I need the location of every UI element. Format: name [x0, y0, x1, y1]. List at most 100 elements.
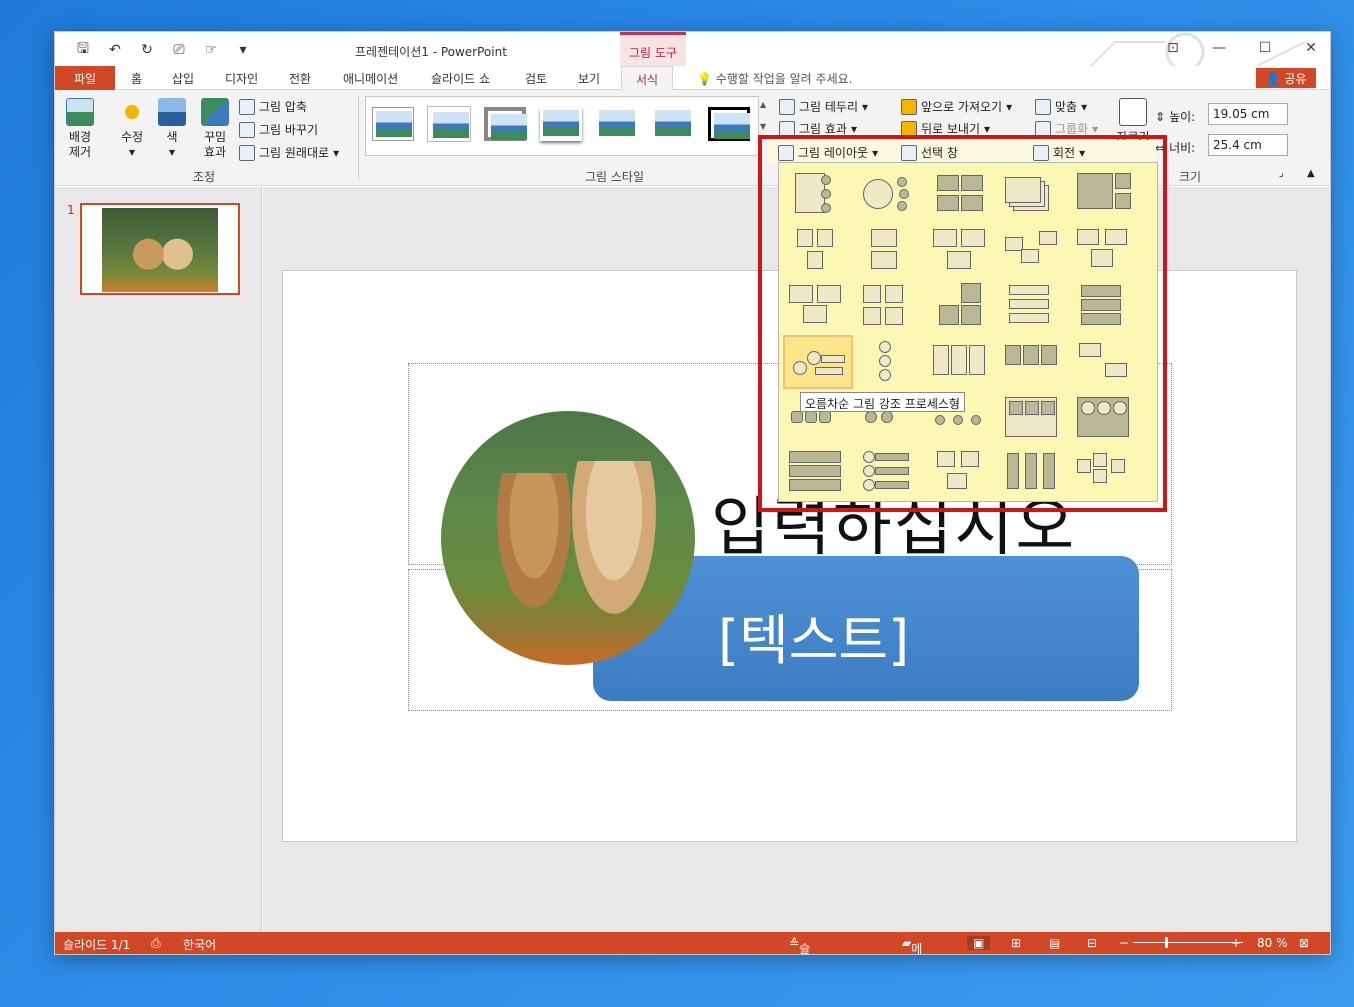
comments-button[interactable]: ▰ 메모 — [902, 936, 922, 954]
fit-to-window-icon[interactable]: ⊠ — [1299, 936, 1309, 950]
tab-view[interactable]: 보기 — [578, 70, 600, 87]
close-icon[interactable]: ✕ — [1302, 40, 1320, 56]
zoom-slider-thumb[interactable] — [1165, 937, 1168, 948]
thumbnail-image — [102, 208, 218, 292]
align-icon — [1035, 98, 1051, 115]
size-dialog-launcher-icon[interactable]: ⌟ — [1279, 168, 1284, 179]
window-controls: ⊡ — ☐ ✕ — [1164, 40, 1320, 56]
zoom-out-icon[interactable]: − — [1119, 936, 1129, 950]
remove-background-button[interactable]: 배경 제거 — [63, 98, 97, 160]
spell-check-icon[interactable]: ⎙ — [151, 936, 161, 951]
height-icon: ⇕ — [1155, 109, 1166, 124]
width-input[interactable]: 25.4 cm — [1208, 134, 1288, 156]
style-preview — [655, 110, 691, 136]
tab-design[interactable]: 디자인 — [225, 70, 258, 87]
circular-picture[interactable] — [441, 411, 695, 665]
reset-picture-label: 그림 원래대로 — [259, 146, 330, 160]
chevron-down-icon: ▾ — [1081, 99, 1088, 114]
tab-animations[interactable]: 애니메이션 — [343, 70, 398, 87]
gallery-scroll-up-icon[interactable]: ▲ — [760, 100, 766, 109]
tab-file[interactable]: 파일 — [55, 66, 115, 90]
bring-forward-button[interactable]: 앞으로 가져오기 ▾ — [901, 98, 1012, 115]
picture-styles-gallery — [365, 96, 759, 156]
gallery-scroll-down-icon[interactable]: ▼ — [760, 122, 766, 131]
redo-icon[interactable]: ↻ — [137, 42, 157, 58]
picture-style-6[interactable] — [652, 107, 694, 141]
minimize-icon[interactable]: — — [1210, 40, 1228, 56]
picture-style-1[interactable] — [372, 107, 414, 141]
compress-label: 그림 압축 — [259, 100, 307, 114]
tab-home[interactable]: 홈 — [131, 70, 142, 87]
picture-style-4[interactable] — [540, 107, 582, 141]
height-text: 높이: — [1169, 110, 1196, 124]
tab-review[interactable]: 검토 — [525, 70, 547, 87]
style-preview — [433, 112, 469, 138]
language-indicator[interactable]: 한국어 — [183, 936, 216, 953]
chevron-down-icon: ▾ — [984, 121, 991, 136]
touch-mode-icon[interactable]: ☞ — [201, 42, 221, 58]
color-button[interactable]: 색 ▾ — [157, 98, 187, 160]
chevron-down-icon: ▾ — [1092, 121, 1099, 136]
ribbon-display-options-icon[interactable]: ⊡ — [1164, 40, 1182, 56]
comments-label: 메모 — [911, 942, 923, 954]
corrections-button[interactable]: 수정 ▾ — [115, 98, 149, 160]
tell-me-text: 수행할 작업을 알려 주세요. — [715, 72, 853, 86]
maximize-icon[interactable]: ☐ — [1256, 40, 1274, 56]
normal-view-icon[interactable]: ▣ — [967, 936, 991, 950]
height-input[interactable]: 19.05 cm — [1208, 103, 1288, 125]
artistic-effects-label: 꾸밈 효과 — [203, 130, 227, 159]
chevron-down-icon: ▾ — [128, 145, 136, 159]
slide-body-text[interactable]: [텍스트] — [718, 596, 909, 675]
bring-forward-label: 앞으로 가져오기 — [921, 100, 1003, 114]
ribbon-tabs: 파일 홈 삽입 디자인 전환 애니메이션 슬라이드 쇼 검토 보기 서식 💡 수… — [55, 66, 1330, 91]
picture-style-7[interactable] — [708, 107, 750, 141]
start-slideshow-icon[interactable]: ⎚ — [169, 42, 189, 58]
notes-button[interactable]: ≙ 슬라이드 노트 — [789, 936, 810, 954]
share-label: 공유 — [1284, 72, 1307, 86]
picture-style-5[interactable] — [596, 107, 638, 141]
artistic-effects-button[interactable]: 꾸밈 효과 — [195, 98, 235, 160]
slide-sorter-view-icon[interactable]: ⊞ — [1011, 936, 1021, 950]
tab-slideshow[interactable]: 슬라이드 쇼 — [431, 70, 490, 87]
slideshow-view-icon[interactable]: ⊟ — [1087, 936, 1097, 950]
tell-me-box[interactable]: 💡 수행할 작업을 알려 주세요. — [697, 70, 852, 87]
remove-background-label: 배경 제거 — [68, 130, 92, 159]
chevron-down-icon: ▾ — [333, 145, 340, 160]
tab-insert[interactable]: 삽입 — [172, 70, 194, 87]
reset-picture-button[interactable]: 그림 원래대로 ▾ — [239, 144, 339, 161]
slide-counter: 슬라이드 1/1 — [63, 938, 131, 952]
picture-style-2[interactable] — [428, 107, 470, 141]
reset-picture-icon — [239, 144, 255, 161]
crop-icon — [1119, 98, 1147, 126]
compress-icon — [239, 98, 255, 115]
change-picture-button[interactable]: 그림 바꾸기 — [239, 121, 318, 138]
share-button[interactable]: 👤 공유 — [1256, 68, 1316, 88]
zoom-slider[interactable] — [1133, 942, 1243, 943]
align-button[interactable]: 맞춤 ▾ — [1035, 98, 1087, 115]
zoom-in-icon[interactable]: + — [1231, 936, 1241, 950]
slide-number: 1 — [67, 203, 75, 217]
width-text: 너비: — [1169, 141, 1196, 155]
tab-format[interactable]: 서식 — [621, 66, 674, 91]
tab-transitions[interactable]: 전환 — [289, 70, 311, 87]
customize-qat-icon[interactable]: ▾ — [233, 42, 253, 58]
slide-thumbnail-pane: 1 — [55, 187, 262, 932]
chevron-down-icon: ▾ — [862, 99, 869, 114]
zoom-level[interactable]: 80 % — [1257, 936, 1288, 950]
puppy-image-right — [565, 461, 663, 631]
change-picture-label: 그림 바꾸기 — [259, 123, 319, 137]
save-icon[interactable]: 🖫 — [73, 38, 93, 62]
slide-thumbnail-1[interactable] — [80, 203, 240, 295]
quick-access-toolbar: 🖫 ↶ ↻ ⎚ ☞ ▾ — [73, 38, 253, 62]
compress-pictures-button[interactable]: 그림 압축 — [239, 98, 307, 115]
height-label: ⇕ 높이: — [1155, 108, 1195, 125]
style-preview — [714, 113, 750, 139]
document-title: 프레젠테이션1 - PowerPoint — [355, 45, 507, 59]
reading-view-icon[interactable]: ▤ — [1049, 936, 1060, 950]
picture-style-3[interactable] — [484, 107, 527, 141]
picture-tools-contextual-tab: 그림 도구 — [620, 32, 686, 66]
color-icon — [158, 98, 186, 126]
undo-icon[interactable]: ↶ — [105, 42, 125, 58]
picture-border-button[interactable]: 그림 테두리 ▾ — [779, 98, 868, 115]
collapse-ribbon-icon[interactable]: ▲ — [1307, 168, 1315, 179]
